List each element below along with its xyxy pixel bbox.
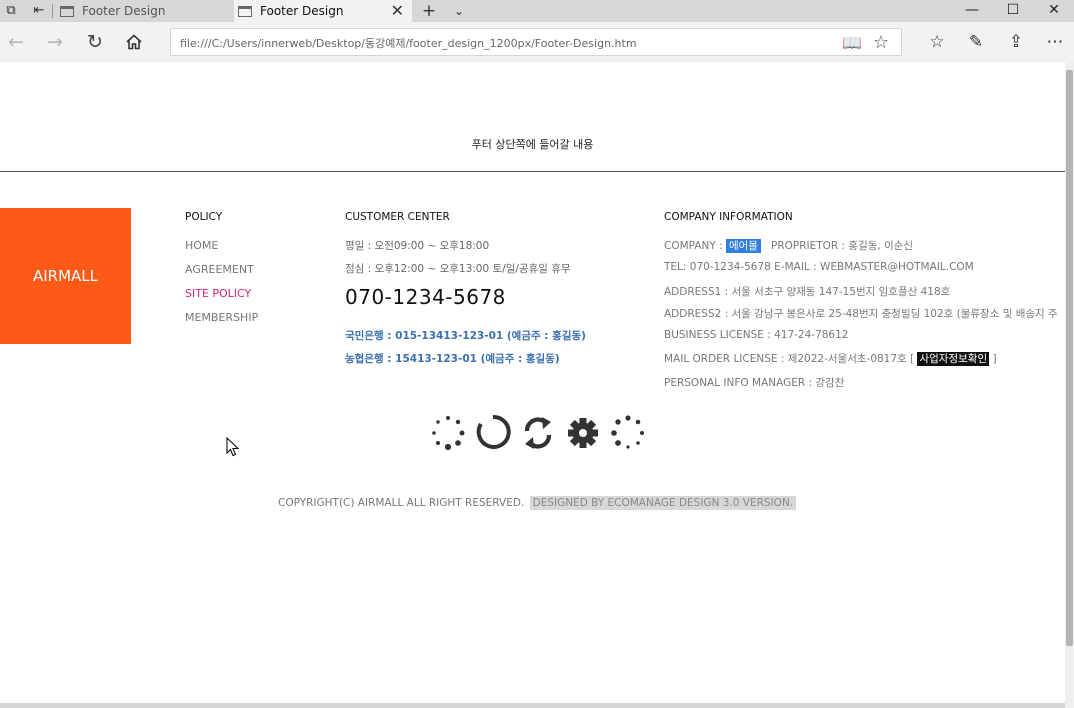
reading-view-icon[interactable]: 📖 [841, 32, 863, 54]
page-icon [60, 5, 74, 17]
tab-separator [52, 4, 53, 18]
pen-annotate-icon[interactable]: ✎ [963, 30, 989, 54]
browser-tab-bar: ⧉ ⇤ Footer Design Footer Design ✕ + ⌄ — … [0, 0, 1074, 22]
chevron-down-icon[interactable]: ⌄ [450, 2, 468, 20]
customer-center-title: CUSTOMER CENTER [345, 211, 450, 223]
copyright-text: COPYRIGHT(C) AIRMALL ALL RIGHT RESERVED. [278, 497, 525, 509]
gear-icon [568, 418, 598, 448]
logo-text: AIRMALL [32, 267, 99, 285]
browser-nav-bar: ← → ↻ file:///C:/Users/innerweb/Desktop/… [0, 22, 1074, 62]
footer-logo[interactable]: AIRMALL [0, 208, 131, 344]
tab-title: Footer Design [260, 4, 344, 18]
dots-spinner-icon [432, 416, 465, 451]
mail-order-suffix: ] [989, 353, 997, 365]
refresh-arrows-icon [524, 417, 552, 449]
policy-link-agreement[interactable]: AGREEMENT [185, 263, 254, 276]
dots-circle-icon [611, 415, 644, 449]
footer-top-note: 푸터 상단쪽에 들어갈 내용 [471, 138, 594, 151]
close-tab-icon[interactable]: ✕ [391, 1, 404, 20]
tab-footer-design-1[interactable]: Footer Design [56, 0, 234, 22]
page-icon [238, 5, 252, 17]
address1: ADDRESS1 : 서울 서초구 양재동 147-15번지 임호플산 418호 [664, 286, 951, 298]
scrollbar-thumb[interactable] [1066, 70, 1073, 646]
share-icon[interactable]: ⇪ [1003, 30, 1029, 54]
policy-link-home[interactable]: HOME [185, 239, 218, 252]
home-icon[interactable] [122, 30, 146, 54]
mail-order-text: MAIL ORDER LICENSE : 제2022-서울서초-0817호 [ [664, 353, 918, 365]
mouse-cursor-icon [226, 437, 240, 457]
weekday-hours: 평일 : 오전09:00 ~ 오후18:00 [345, 240, 490, 252]
footer-divider [0, 171, 1065, 172]
business-info-check-link[interactable]: 사업자정보확인 [917, 352, 990, 366]
privacy-manager: PERSONAL INFO MANAGER : 강감찬 [664, 377, 845, 389]
ring-spinner-icon [476, 414, 511, 449]
favorite-star-icon[interactable]: ☆ [870, 32, 892, 54]
lunch-hours: 점심 : 오후12:00 ~ 오후13:00 토/일/공휴일 휴무 [345, 263, 571, 275]
tab-actions-icon[interactable]: ⧉ [2, 2, 20, 20]
new-tab-button[interactable]: + [420, 2, 438, 20]
more-menu-icon[interactable]: ⋯ [1042, 30, 1068, 54]
policy-title: POLICY [185, 211, 223, 223]
policy-link-membership[interactable]: MEMBERSHIP [185, 311, 258, 324]
address2: ADDRESS2 : 서울 강남구 봉은사로 25-48번지 충청빌딩 102호… [664, 308, 1058, 320]
set-aside-tabs-icon[interactable]: ⇤ [30, 2, 48, 20]
proprietor: PROPRIETOR : 홍길동, 이순신 [770, 240, 914, 252]
address-bar[interactable]: file:///C:/Users/innerweb/Desktop/동강예제/f… [170, 28, 902, 56]
phone-number: 070-1234-5678 [345, 285, 506, 309]
designed-by-text: DESIGNED BY ECOMANAGE DESIGN 3.0 VERSION… [529, 496, 797, 510]
copyright-line: COPYRIGHT(C) AIRMALL ALL RIGHT RESERVED.… [278, 496, 797, 510]
maximize-button[interactable]: ☐ [993, 0, 1033, 22]
vertical-scrollbar[interactable] [1065, 62, 1074, 708]
company-label: COMPANY : [664, 240, 726, 252]
company-name-highlight: 에어몰 [725, 239, 761, 253]
close-window-button[interactable]: ✕ [1034, 0, 1074, 22]
favorites-hub-icon[interactable]: ☆ [924, 30, 950, 54]
refresh-icon[interactable]: ↻ [83, 30, 107, 54]
tab-title: Footer Design [82, 4, 166, 18]
contact-line: TEL: 070-1234-5678 E-MAIL : WEBMASTER@HO… [664, 261, 974, 273]
company-line: COMPANY : 에어몰 PROPRIETOR : 홍길동, 이순신 [664, 238, 913, 253]
mail-order-license: MAIL ORDER LICENSE : 제2022-서울서초-0817호 [ … [664, 351, 997, 366]
business-license: BUSINESS LICENSE : 417-24-78612 [664, 329, 849, 341]
horizontal-scrollbar[interactable] [0, 703, 1065, 708]
company-info-title: COMPANY INFORMATION [664, 211, 793, 223]
forward-arrow-icon[interactable]: → [43, 30, 67, 54]
bank-account-2: 농협은행 : 15413-123-01 (예금주 : 홍길동) [345, 353, 560, 365]
back-arrow-icon[interactable]: ← [4, 30, 28, 54]
tab-footer-design-2[interactable]: Footer Design ✕ [234, 0, 412, 22]
url-text[interactable]: file:///C:/Users/innerweb/Desktop/동강예제/f… [180, 35, 637, 51]
minimize-button[interactable]: — [952, 0, 992, 22]
bank-account-1: 국민은행 : 015-13413-123-01 (예금주 : 홍길동) [345, 330, 586, 342]
policy-link-site-policy[interactable]: SITE POLICY [185, 287, 251, 300]
